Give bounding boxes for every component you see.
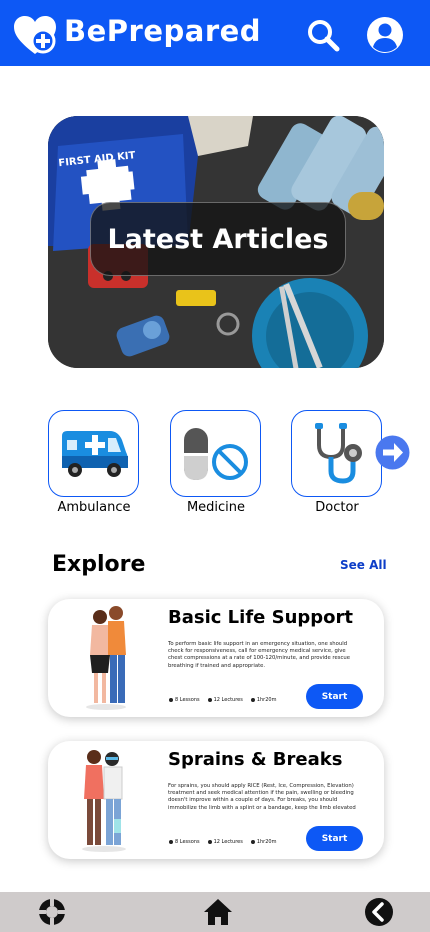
bottom-navigation xyxy=(0,892,430,932)
course-description: For sprains, you should apply RICE (Rest… xyxy=(168,783,356,811)
category-medicine-card[interactable] xyxy=(170,410,261,497)
course-description: To perform basic life support in an emer… xyxy=(168,641,351,669)
user-circle-icon[interactable] xyxy=(366,16,404,54)
lessons-icon xyxy=(169,697,173,702)
lessons-count: 8 Lessons xyxy=(169,839,200,845)
course-meta: 8 Lessons 12 Lectures 1hr20m xyxy=(169,697,276,703)
course-title: Sprains & Breaks xyxy=(168,749,343,770)
duration-text: 1hr20m xyxy=(256,697,277,703)
heart-plus-icon xyxy=(14,16,56,54)
course-title: Basic Life Support xyxy=(168,607,354,628)
lessons-icon xyxy=(169,839,173,844)
lifebuoy-icon[interactable] xyxy=(37,897,67,927)
explore-heading: Explore xyxy=(52,552,146,577)
lectures-text: 12 Lectures xyxy=(213,839,243,845)
lectures-icon xyxy=(207,697,212,702)
lectures-icon xyxy=(207,839,212,844)
latest-articles-pill[interactable]: Latest Articles xyxy=(90,202,346,276)
people-illustration xyxy=(86,606,126,710)
lessons-text: 8 Lessons xyxy=(175,839,200,845)
course-meta: 8 Lessons 12 Lectures 1hr20m xyxy=(169,839,276,845)
lectures-count: 12 Lectures xyxy=(207,839,243,845)
ambulance-icon xyxy=(61,430,128,477)
category-ambulance[interactable]: Ambulance xyxy=(48,410,140,515)
lessons-text: 8 Lessons xyxy=(175,697,200,703)
category-doctor[interactable]: Doctor xyxy=(291,410,383,515)
start-button[interactable]: Start xyxy=(306,826,363,851)
latest-articles-banner[interactable]: FIRST AID KIT Latest Articles xyxy=(48,116,384,368)
latest-articles-title: Latest Articles xyxy=(107,223,329,255)
clock-icon xyxy=(250,697,255,702)
search-icon[interactable] xyxy=(306,18,340,52)
lectures-count: 12 Lectures xyxy=(207,697,243,703)
app-brand-title: BePrepared xyxy=(64,14,262,48)
start-button[interactable]: Start xyxy=(306,684,363,709)
arrow-right-circle-icon[interactable] xyxy=(375,435,410,470)
lectures-text: 12 Lectures xyxy=(213,697,243,703)
category-label: Medicine xyxy=(186,500,246,515)
category-label: Doctor xyxy=(315,500,359,515)
medicine-icon xyxy=(183,427,248,480)
duration: 1hr20m xyxy=(250,697,277,703)
people-illustration xyxy=(82,750,126,852)
app-header: BePrepared xyxy=(0,0,430,66)
duration-text: 1hr20m xyxy=(256,839,277,845)
clock-icon xyxy=(250,839,255,844)
category-ambulance-card[interactable] xyxy=(48,410,139,497)
course-card-basic-life-support[interactable]: Basic Life Support To perform basic life… xyxy=(48,599,384,717)
lessons-count: 8 Lessons xyxy=(169,697,200,703)
home-icon[interactable] xyxy=(203,897,233,927)
course-card-sprains-breaks[interactable]: Sprains & Breaks For sprains, you should… xyxy=(48,741,384,859)
category-label: Ambulance xyxy=(57,500,131,515)
back-chevron-icon[interactable] xyxy=(364,897,394,927)
category-doctor-card[interactable] xyxy=(291,410,382,497)
see-all-link[interactable]: See All xyxy=(340,558,387,572)
duration: 1hr20m xyxy=(250,839,277,845)
category-medicine[interactable]: Medicine xyxy=(170,410,262,515)
stethoscope-icon xyxy=(314,422,362,484)
